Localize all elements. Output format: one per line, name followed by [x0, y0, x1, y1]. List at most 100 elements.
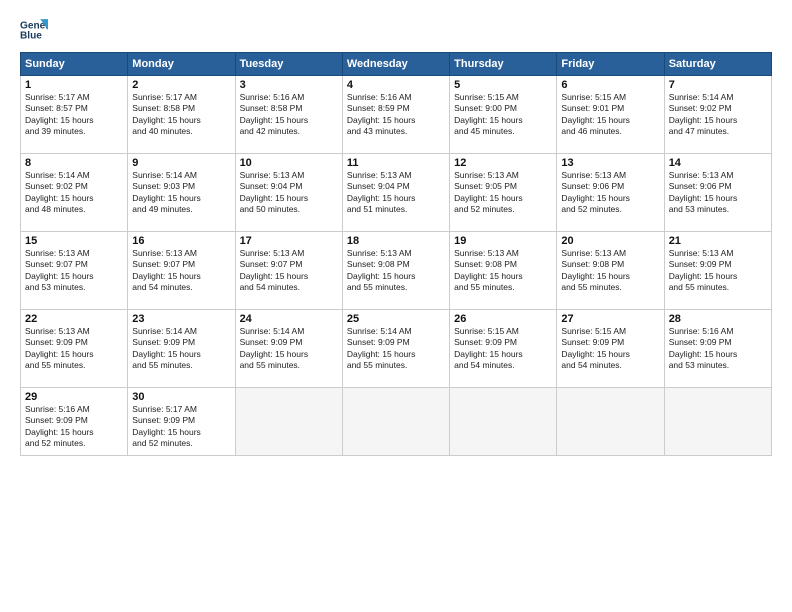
day-info: Sunrise: 5:13 AM Sunset: 9:04 PM Dayligh…	[347, 170, 445, 216]
day-number: 1	[25, 79, 123, 91]
weekday-header-friday: Friday	[557, 53, 664, 76]
weekday-header-monday: Monday	[128, 53, 235, 76]
day-info: Sunrise: 5:16 AM Sunset: 9:09 PM Dayligh…	[25, 404, 123, 450]
day-number: 4	[347, 79, 445, 91]
day-info: Sunrise: 5:14 AM Sunset: 9:09 PM Dayligh…	[347, 326, 445, 372]
day-number: 24	[240, 313, 338, 325]
day-number: 11	[347, 157, 445, 169]
calendar-cell: 6 Sunrise: 5:15 AM Sunset: 9:01 PM Dayli…	[557, 76, 664, 154]
day-info: Sunrise: 5:13 AM Sunset: 9:07 PM Dayligh…	[25, 248, 123, 294]
weekday-header-wednesday: Wednesday	[342, 53, 449, 76]
day-info: Sunrise: 5:17 AM Sunset: 8:57 PM Dayligh…	[25, 92, 123, 138]
calendar-cell: 3 Sunrise: 5:16 AM Sunset: 8:58 PM Dayli…	[235, 76, 342, 154]
day-info: Sunrise: 5:14 AM Sunset: 9:03 PM Dayligh…	[132, 170, 230, 216]
day-number: 19	[454, 235, 552, 247]
calendar-cell	[235, 388, 342, 456]
calendar-cell: 26 Sunrise: 5:15 AM Sunset: 9:09 PM Dayl…	[450, 310, 557, 388]
calendar-cell: 7 Sunrise: 5:14 AM Sunset: 9:02 PM Dayli…	[664, 76, 771, 154]
calendar-cell: 29 Sunrise: 5:16 AM Sunset: 9:09 PM Dayl…	[21, 388, 128, 456]
day-info: Sunrise: 5:15 AM Sunset: 9:09 PM Dayligh…	[454, 326, 552, 372]
calendar-cell: 20 Sunrise: 5:13 AM Sunset: 9:08 PM Dayl…	[557, 232, 664, 310]
calendar-cell	[450, 388, 557, 456]
day-info: Sunrise: 5:16 AM Sunset: 8:58 PM Dayligh…	[240, 92, 338, 138]
day-number: 13	[561, 157, 659, 169]
day-info: Sunrise: 5:13 AM Sunset: 9:08 PM Dayligh…	[347, 248, 445, 294]
day-number: 23	[132, 313, 230, 325]
calendar-cell: 8 Sunrise: 5:14 AM Sunset: 9:02 PM Dayli…	[21, 154, 128, 232]
day-number: 22	[25, 313, 123, 325]
day-info: Sunrise: 5:13 AM Sunset: 9:04 PM Dayligh…	[240, 170, 338, 216]
calendar-cell: 21 Sunrise: 5:13 AM Sunset: 9:09 PM Dayl…	[664, 232, 771, 310]
calendar-cell: 18 Sunrise: 5:13 AM Sunset: 9:08 PM Dayl…	[342, 232, 449, 310]
day-info: Sunrise: 5:14 AM Sunset: 9:09 PM Dayligh…	[240, 326, 338, 372]
calendar-cell: 27 Sunrise: 5:15 AM Sunset: 9:09 PM Dayl…	[557, 310, 664, 388]
calendar-cell: 12 Sunrise: 5:13 AM Sunset: 9:05 PM Dayl…	[450, 154, 557, 232]
calendar-cell: 19 Sunrise: 5:13 AM Sunset: 9:08 PM Dayl…	[450, 232, 557, 310]
day-info: Sunrise: 5:14 AM Sunset: 9:02 PM Dayligh…	[25, 170, 123, 216]
day-info: Sunrise: 5:13 AM Sunset: 9:06 PM Dayligh…	[669, 170, 767, 216]
weekday-header-tuesday: Tuesday	[235, 53, 342, 76]
calendar-cell: 16 Sunrise: 5:13 AM Sunset: 9:07 PM Dayl…	[128, 232, 235, 310]
weekday-header-thursday: Thursday	[450, 53, 557, 76]
calendar-cell: 2 Sunrise: 5:17 AM Sunset: 8:58 PM Dayli…	[128, 76, 235, 154]
day-info: Sunrise: 5:14 AM Sunset: 9:02 PM Dayligh…	[669, 92, 767, 138]
day-info: Sunrise: 5:14 AM Sunset: 9:09 PM Dayligh…	[132, 326, 230, 372]
calendar-cell: 4 Sunrise: 5:16 AM Sunset: 8:59 PM Dayli…	[342, 76, 449, 154]
day-number: 7	[669, 79, 767, 91]
day-number: 9	[132, 157, 230, 169]
calendar-cell: 25 Sunrise: 5:14 AM Sunset: 9:09 PM Dayl…	[342, 310, 449, 388]
calendar-cell: 23 Sunrise: 5:14 AM Sunset: 9:09 PM Dayl…	[128, 310, 235, 388]
calendar-cell: 5 Sunrise: 5:15 AM Sunset: 9:00 PM Dayli…	[450, 76, 557, 154]
day-number: 5	[454, 79, 552, 91]
calendar-cell: 9 Sunrise: 5:14 AM Sunset: 9:03 PM Dayli…	[128, 154, 235, 232]
calendar-cell: 17 Sunrise: 5:13 AM Sunset: 9:07 PM Dayl…	[235, 232, 342, 310]
day-number: 14	[669, 157, 767, 169]
calendar-cell: 30 Sunrise: 5:17 AM Sunset: 9:09 PM Dayl…	[128, 388, 235, 456]
calendar-cell: 10 Sunrise: 5:13 AM Sunset: 9:04 PM Dayl…	[235, 154, 342, 232]
calendar-cell: 24 Sunrise: 5:14 AM Sunset: 9:09 PM Dayl…	[235, 310, 342, 388]
calendar-cell: 22 Sunrise: 5:13 AM Sunset: 9:09 PM Dayl…	[21, 310, 128, 388]
day-info: Sunrise: 5:13 AM Sunset: 9:08 PM Dayligh…	[561, 248, 659, 294]
day-number: 21	[669, 235, 767, 247]
calendar-cell	[557, 388, 664, 456]
day-info: Sunrise: 5:16 AM Sunset: 9:09 PM Dayligh…	[669, 326, 767, 372]
day-info: Sunrise: 5:17 AM Sunset: 9:09 PM Dayligh…	[132, 404, 230, 450]
calendar-cell	[664, 388, 771, 456]
day-number: 10	[240, 157, 338, 169]
calendar-cell: 15 Sunrise: 5:13 AM Sunset: 9:07 PM Dayl…	[21, 232, 128, 310]
day-info: Sunrise: 5:13 AM Sunset: 9:09 PM Dayligh…	[669, 248, 767, 294]
weekday-header-saturday: Saturday	[664, 53, 771, 76]
day-info: Sunrise: 5:13 AM Sunset: 9:07 PM Dayligh…	[132, 248, 230, 294]
day-info: Sunrise: 5:13 AM Sunset: 9:08 PM Dayligh…	[454, 248, 552, 294]
day-number: 16	[132, 235, 230, 247]
day-info: Sunrise: 5:15 AM Sunset: 9:00 PM Dayligh…	[454, 92, 552, 138]
day-number: 18	[347, 235, 445, 247]
calendar-cell	[342, 388, 449, 456]
day-number: 28	[669, 313, 767, 325]
day-number: 17	[240, 235, 338, 247]
general-blue-logo: General Blue	[20, 16, 48, 44]
calendar-cell: 28 Sunrise: 5:16 AM Sunset: 9:09 PM Dayl…	[664, 310, 771, 388]
day-number: 20	[561, 235, 659, 247]
day-number: 25	[347, 313, 445, 325]
day-number: 30	[132, 391, 230, 403]
day-info: Sunrise: 5:13 AM Sunset: 9:06 PM Dayligh…	[561, 170, 659, 216]
day-number: 2	[132, 79, 230, 91]
day-number: 12	[454, 157, 552, 169]
day-info: Sunrise: 5:13 AM Sunset: 9:07 PM Dayligh…	[240, 248, 338, 294]
day-number: 8	[25, 157, 123, 169]
day-info: Sunrise: 5:17 AM Sunset: 8:58 PM Dayligh…	[132, 92, 230, 138]
weekday-header-sunday: Sunday	[21, 53, 128, 76]
day-info: Sunrise: 5:13 AM Sunset: 9:09 PM Dayligh…	[25, 326, 123, 372]
day-info: Sunrise: 5:15 AM Sunset: 9:01 PM Dayligh…	[561, 92, 659, 138]
calendar-cell: 13 Sunrise: 5:13 AM Sunset: 9:06 PM Dayl…	[557, 154, 664, 232]
day-number: 6	[561, 79, 659, 91]
day-info: Sunrise: 5:16 AM Sunset: 8:59 PM Dayligh…	[347, 92, 445, 138]
svg-text:Blue: Blue	[20, 31, 42, 42]
day-info: Sunrise: 5:15 AM Sunset: 9:09 PM Dayligh…	[561, 326, 659, 372]
day-number: 3	[240, 79, 338, 91]
day-number: 26	[454, 313, 552, 325]
calendar-cell: 11 Sunrise: 5:13 AM Sunset: 9:04 PM Dayl…	[342, 154, 449, 232]
calendar-cell: 1 Sunrise: 5:17 AM Sunset: 8:57 PM Dayli…	[21, 76, 128, 154]
day-number: 15	[25, 235, 123, 247]
